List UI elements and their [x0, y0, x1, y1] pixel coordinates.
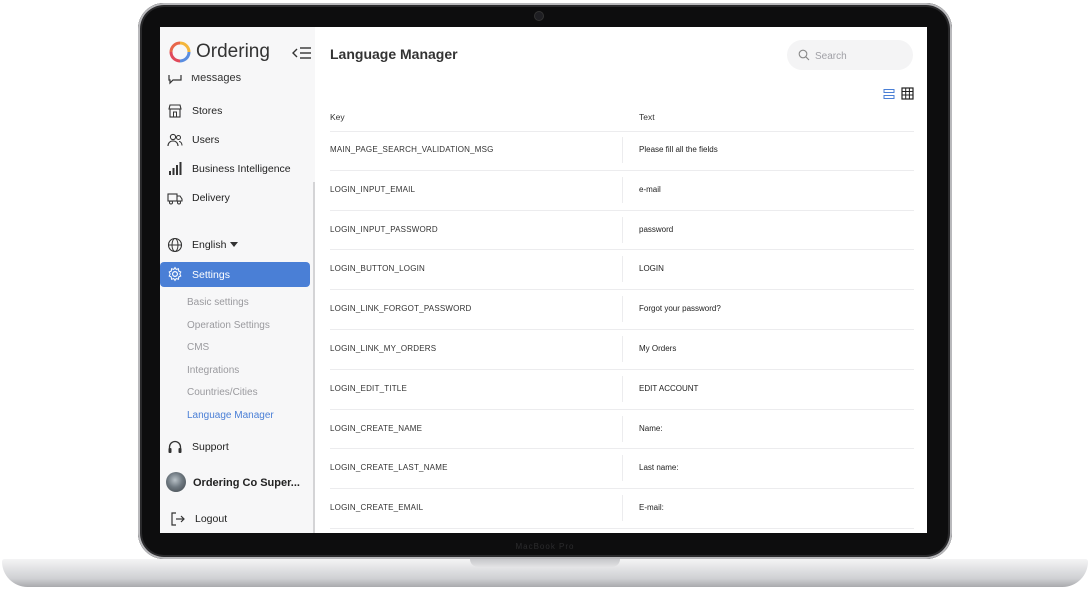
ordering-logo-icon — [169, 41, 191, 63]
settings-sub-basic[interactable]: Basic settings — [187, 297, 249, 308]
settings-sub-countries[interactable]: Countries/Cities — [187, 387, 258, 398]
row-key: LOGIN_CREATE_EMAIL — [330, 503, 424, 513]
row-key: LOGIN_EDIT_TITLE — [330, 383, 407, 393]
settings-sub-operation[interactable]: Operation Settings — [187, 320, 270, 331]
collapse-sidebar-icon[interactable] — [292, 46, 312, 60]
screen: Ordering Messages Stores Users Business … — [160, 27, 927, 533]
logout-button[interactable]: Logout — [160, 506, 310, 532]
row-text[interactable]: My Orders — [639, 344, 676, 353]
store-icon — [168, 104, 182, 118]
caret-down-icon — [230, 242, 238, 247]
column-divider — [622, 216, 623, 243]
table-row[interactable]: LOGIN_BUTTON_LOGIN LOGIN — [330, 250, 914, 291]
column-divider — [622, 137, 623, 163]
sidebar-item-label: Users — [192, 134, 220, 146]
table-row[interactable]: MAIN_PAGE_SEARCH_VALIDATION_MSG Please fi… — [330, 131, 914, 171]
row-text[interactable]: e-mail — [639, 185, 661, 194]
row-key: LOGIN_INPUT_PASSWORD — [330, 224, 438, 234]
search-input[interactable] — [813, 47, 909, 65]
row-key: LOGIN_LINK_MY_ORDERS — [330, 343, 437, 353]
truck-icon — [167, 193, 183, 205]
sidebar-item-delivery[interactable]: Delivery — [160, 185, 310, 211]
gear-icon — [168, 266, 182, 282]
language-selector[interactable]: English — [160, 232, 310, 258]
row-key: LOGIN_CREATE_NAME — [330, 423, 423, 433]
sidebar-item-label: Delivery — [192, 192, 230, 204]
logo: Ordering — [169, 39, 314, 67]
row-text[interactable]: LOGIN — [639, 264, 664, 273]
main-content: Language Manager Key Text MAIN_PAGE_SEAR… — [315, 27, 927, 533]
row-key: LOGIN_CREATE_LAST_NAME — [330, 463, 448, 473]
row-key: MAIN_PAGE_SEARCH_VALIDATION_MSG — [330, 145, 494, 154]
profile-name: Ordering Co Super... — [193, 477, 300, 489]
sidebar-item-label: Settings — [192, 269, 230, 281]
row-key: LOGIN_INPUT_EMAIL — [330, 184, 416, 194]
sidebar-item-support[interactable]: Support — [160, 434, 310, 460]
users-icon — [167, 133, 183, 147]
avatar — [166, 472, 186, 492]
row-text[interactable]: EDIT ACCOUNT — [639, 384, 698, 393]
language-label: English — [192, 239, 227, 251]
column-divider — [622, 495, 623, 522]
headset-icon — [168, 440, 182, 453]
column-header-key: Key — [330, 112, 345, 122]
sidebar-item-label: Messages — [191, 75, 242, 84]
sidebar-item-users[interactable]: Users — [160, 127, 310, 153]
sidebar-item-label: Business Intelligence — [192, 163, 291, 175]
search-box[interactable] — [787, 40, 913, 70]
table-row[interactable]: LOGIN_CREATE_EMAIL E-mail: — [330, 489, 914, 529]
table-row[interactable]: LOGIN_CREATE_LAST_NAME Last name: — [330, 449, 914, 490]
logout-label: Logout — [195, 513, 228, 525]
table-view-icon[interactable] — [901, 87, 914, 100]
column-divider — [622, 335, 623, 362]
user-profile[interactable]: Ordering Co Super... — [166, 472, 311, 494]
row-text[interactable]: E-mail: — [639, 503, 664, 512]
column-header-text: Text — [639, 112, 655, 122]
sidebar-item-label: Support — [192, 441, 229, 453]
settings-sub-integrations[interactable]: Integrations — [187, 365, 239, 376]
sidebar-item-business-intelligence[interactable]: Business Intelligence — [160, 156, 310, 182]
table-row[interactable]: LOGIN_CREATE_NAME Name: — [330, 410, 914, 450]
sidebar-item-settings[interactable]: Settings — [160, 262, 310, 287]
sidebar-item-messages[interactable]: Messages — [167, 75, 307, 87]
column-divider — [622, 455, 623, 482]
row-key: LOGIN_BUTTON_LOGIN — [330, 264, 426, 274]
row-text[interactable]: Please fill all the fields — [639, 145, 718, 154]
globe-icon — [167, 237, 183, 253]
column-divider — [622, 375, 623, 402]
page-title: Language Manager — [330, 46, 458, 62]
row-text[interactable]: Last name: — [639, 463, 679, 472]
laptop-notch — [470, 559, 620, 567]
device-brand: MacBook Pro — [515, 542, 575, 551]
column-divider — [622, 176, 623, 203]
chart-bars-icon — [169, 162, 182, 175]
row-text[interactable]: password — [639, 225, 673, 234]
column-divider — [622, 256, 623, 283]
translations-table: MAIN_PAGE_SEARCH_VALIDATION_MSG Please fi… — [330, 131, 914, 529]
row-key: LOGIN_LINK_FORGOT_PASSWORD — [330, 304, 472, 314]
sidebar: Ordering Messages Stores Users Business … — [160, 27, 315, 533]
chat-icon — [168, 75, 182, 85]
column-divider — [622, 296, 623, 323]
table-row[interactable]: LOGIN_INPUT_EMAIL e-mail — [330, 171, 914, 211]
logout-icon — [171, 512, 185, 526]
sidebar-item-stores[interactable]: Stores — [160, 98, 310, 124]
camera-icon — [535, 12, 543, 20]
settings-sub-language-manager[interactable]: Language Manager — [187, 410, 274, 421]
row-text[interactable]: Name: — [639, 424, 663, 433]
table-row[interactable]: LOGIN_INPUT_PASSWORD password — [330, 211, 914, 251]
column-divider — [622, 415, 623, 442]
sidebar-item-label: Stores — [192, 105, 223, 117]
settings-sub-cms[interactable]: CMS — [187, 342, 209, 353]
list-view-icon[interactable] — [883, 88, 895, 100]
table-row[interactable]: LOGIN_EDIT_TITLE EDIT ACCOUNT — [330, 370, 914, 410]
row-text[interactable]: Forgot your password? — [639, 304, 721, 313]
table-row[interactable]: LOGIN_LINK_MY_ORDERS My Orders — [330, 330, 914, 370]
brand-name: Ordering — [196, 41, 270, 62]
table-row[interactable]: LOGIN_LINK_FORGOT_PASSWORD Forgot your pa… — [330, 290, 914, 330]
table-header: Key Text — [330, 105, 914, 132]
search-icon — [798, 49, 810, 61]
